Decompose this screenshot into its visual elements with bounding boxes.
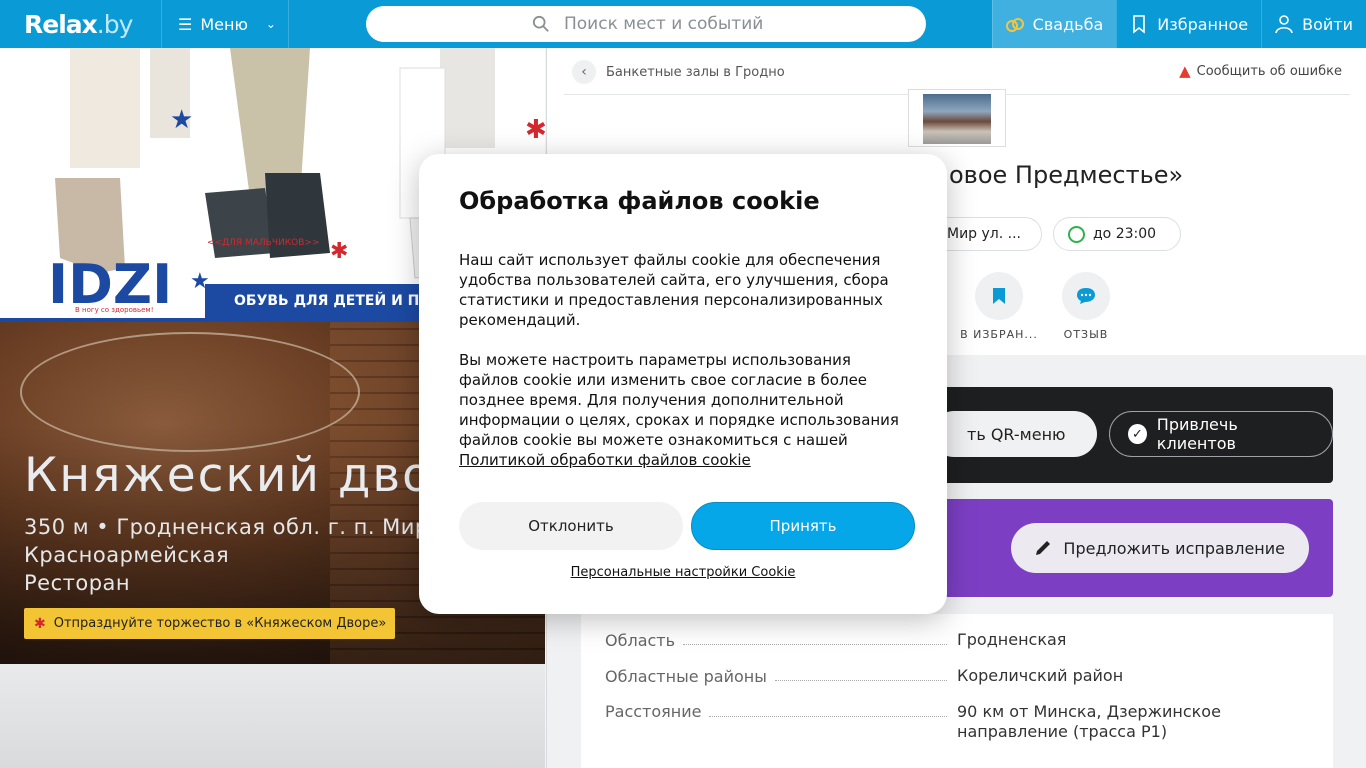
chevron-down-icon: ⌄	[265, 17, 276, 31]
hero-address-line2: Красноармейская	[24, 543, 230, 567]
promo-badge[interactable]: ✱ Отпразднуйте торжество в «Княжеском Дв…	[24, 608, 396, 639]
brand-tagline: В ногу со здоровьем!	[75, 306, 154, 314]
check-circle-icon: ✓	[1128, 424, 1147, 444]
place-thumbnail[interactable]	[908, 89, 1006, 147]
clock-icon	[1068, 225, 1085, 243]
qr-menu-button[interactable]: ть QR-меню	[931, 411, 1097, 457]
warning-icon: ▲	[1179, 62, 1191, 80]
left-bottom-panel	[0, 664, 545, 768]
address-chip[interactable]: Мир ул. ...	[931, 217, 1042, 251]
place-info-table: Область Гродненская Областные районы Кор…	[581, 614, 1333, 768]
header-actions: Свадьба Избранное Войти	[991, 0, 1366, 48]
suggest-edit-label: Предложить исправление	[1063, 538, 1285, 558]
hero-details: 350 м • Гродненская обл. г. п. Мир Красн…	[24, 513, 429, 597]
info-value: 90 км от Минска, Дзержинское направление…	[957, 702, 1221, 741]
info-row: Расстояние 90 км от Минска, Дзержинское …	[605, 702, 1311, 742]
suggest-edit-button[interactable]: Предложить исправление	[1011, 523, 1309, 573]
attract-clients-label: Привлечь клиентов	[1156, 415, 1238, 453]
user-icon	[1275, 15, 1293, 34]
cookie-consent-dialog: Обработка файлов cookie Наш сайт использ…	[419, 154, 947, 614]
review-action-label: ОТЗЫВ	[1063, 328, 1109, 341]
address-chip-label: Мир ул. ...	[947, 226, 1021, 242]
login-button[interactable]: Войти	[1261, 0, 1366, 48]
info-key: Расстояние	[605, 702, 702, 721]
building-photo	[923, 94, 991, 144]
cookie-dialog-text: Наш сайт использует файлы cookie для обе…	[459, 250, 909, 470]
favorites-label: Избранное	[1157, 14, 1249, 34]
menu-label: Меню	[200, 14, 248, 34]
pencil-icon	[1036, 541, 1051, 555]
cookie-paragraph-1: Наш сайт использует файлы cookie для обе…	[459, 251, 889, 329]
svg-text:★: ★	[170, 105, 193, 135]
add-to-favorites-action[interactable]: В ИЗБРАН...	[959, 272, 1039, 341]
star-icon: ✱	[34, 615, 46, 632]
favorites-button[interactable]: Избранное	[1116, 0, 1261, 48]
accept-button[interactable]: Принять	[691, 502, 915, 550]
svg-text:✱: ✱	[330, 239, 348, 264]
info-key: Область	[605, 631, 676, 650]
search-icon	[532, 15, 549, 32]
hero-address-line1: 350 м • Гродненская обл. г. п. Мир	[24, 515, 429, 539]
login-label: Войти	[1302, 14, 1353, 34]
chevron-left-icon[interactable]: ‹	[572, 60, 596, 84]
cookie-dialog-title: Обработка файлов cookie	[459, 187, 820, 215]
hero-title: Княжеский дво	[24, 448, 433, 503]
chat-icon	[1062, 272, 1110, 320]
attract-clients-button[interactable]: ✓ Привлечь клиентов	[1109, 411, 1333, 457]
cookie-paragraph-2: Вы можете настроить параметры использова…	[459, 351, 899, 449]
info-row: Область Гродненская	[605, 630, 1311, 650]
menu-button[interactable]: ☰ Меню ⌄	[162, 0, 289, 48]
hours-chip-label: до 23:00	[1093, 226, 1157, 242]
review-action[interactable]: ОТЗЫВ	[1046, 272, 1126, 341]
report-error-label: Сообщить об ошибке	[1196, 63, 1342, 79]
top-header: Relax .by ☰ Меню ⌄ Поиск мест и событий С…	[0, 0, 1366, 48]
qr-menu-label: ть QR-меню	[967, 424, 1066, 444]
hours-chip[interactable]: до 23:00	[1053, 217, 1181, 251]
hero-category: Ресторан	[24, 571, 131, 595]
info-value: Кореличский район	[957, 666, 1124, 685]
cookie-policy-link[interactable]: Политикой обработки файлов cookie	[459, 451, 751, 469]
ad-caption: <<ДЛЯ МАЛЬЧИКОВ>>	[207, 238, 320, 248]
info-value: Гродненская	[957, 630, 1067, 649]
site-logo[interactable]: Relax .by	[0, 0, 162, 48]
cookie-settings-link[interactable]: Персональные настройки Cookie	[419, 565, 947, 580]
decline-button[interactable]: Отклонить	[459, 502, 683, 550]
report-error-link[interactable]: ▲ Сообщить об ошибке	[1179, 62, 1342, 80]
logo-suffix: .by	[96, 9, 134, 39]
bookmark-icon	[1133, 15, 1146, 34]
promo-text: Отпразднуйте торжество в «Княжеском Двор…	[53, 616, 387, 631]
breadcrumb-label[interactable]: Банкетные залы в Гродно	[606, 65, 785, 80]
place-title: овое Предместье»	[949, 161, 1184, 189]
wedding-label: Свадьба	[1032, 14, 1104, 34]
hamburger-icon: ☰	[178, 14, 193, 34]
breadcrumb[interactable]: ‹ Банкетные залы в Гродно	[572, 60, 785, 84]
favorites-action-label: В ИЗБРАН...	[960, 328, 1038, 341]
svg-text:✱: ✱	[525, 115, 545, 145]
wedding-button[interactable]: Свадьба	[991, 0, 1117, 48]
info-row: Областные районы Кореличский район	[605, 666, 1311, 686]
search-placeholder: Поиск мест и событий	[564, 14, 764, 34]
bookmark-icon	[975, 272, 1023, 320]
logo-text: Relax	[24, 9, 98, 39]
rings-icon	[1005, 18, 1024, 32]
info-key: Областные районы	[605, 667, 767, 686]
search-input[interactable]: Поиск мест и событий	[366, 6, 926, 42]
